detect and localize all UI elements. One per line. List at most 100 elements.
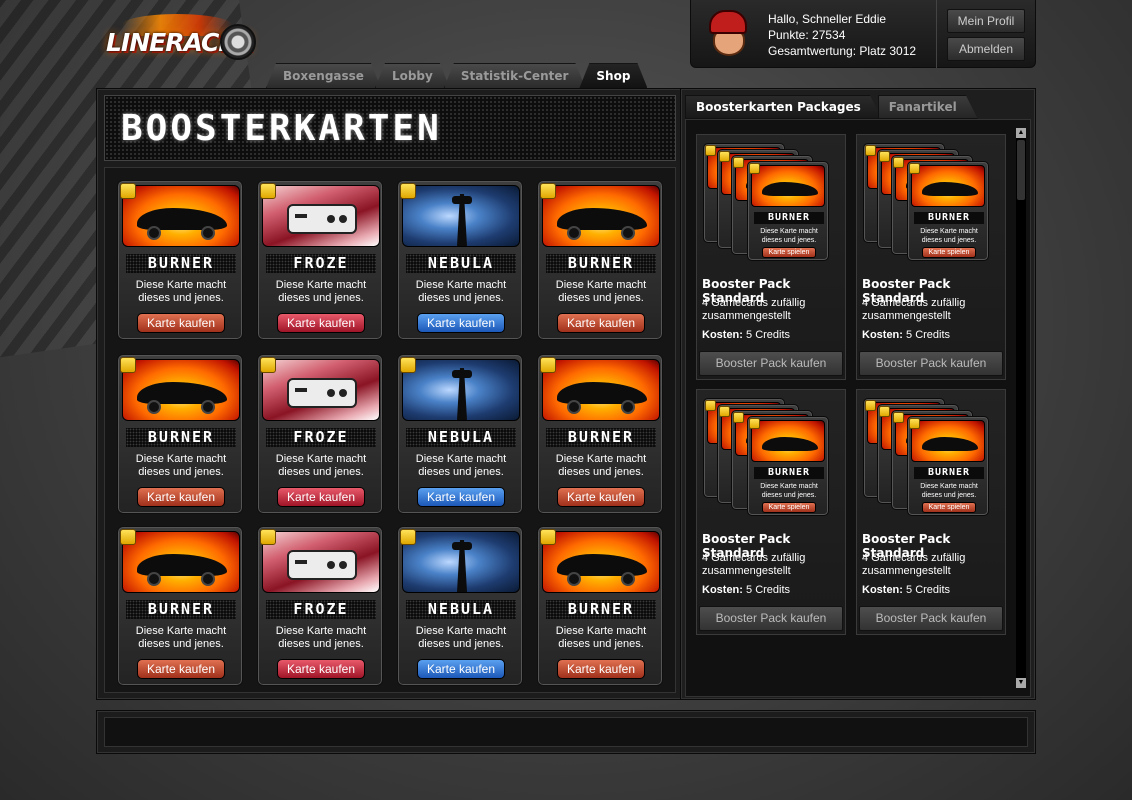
card-artwork [122,531,240,593]
booster-card[interactable]: BURNER Diese Karte macht dieses und jenes… [117,354,243,514]
buy-card-button[interactable]: Karte kaufen [557,659,645,679]
card-badge-icon [749,163,760,174]
buy-card-button[interactable]: Karte kaufen [277,659,365,679]
pack-description: 4 Gamecards zufällig zusammengestellt [862,552,966,577]
pack-card-preview: BURNER Diese Karte macht dieses und jenes… [907,416,989,516]
pack-card-description: Diese Karte macht dieses und jenes. [920,228,978,244]
card-badge-icon [120,357,136,373]
pack-card-name: BURNER [754,467,824,479]
tab-boosterkarten-packages[interactable]: Boosterkarten Packages [685,95,882,119]
car-icon [922,182,978,196]
card-badge-icon [909,418,920,429]
buy-card-button[interactable]: Karte kaufen [417,487,505,507]
card-badge-icon [865,145,876,156]
card-description: Diese Karte macht dieses und jenes. [275,279,367,304]
wheel-icon [147,572,161,586]
card-badge-icon [400,529,416,545]
booster-card[interactable]: BURNER Diese Karte macht dieses und jenes… [537,180,663,340]
buy-card-button[interactable]: Karte kaufen [137,487,225,507]
card-artwork [542,531,660,593]
card-description: Diese Karte macht dieses und jenes. [555,279,647,304]
booster-card[interactable]: FROZE Diese Karte macht dieses und jenes.… [257,526,383,686]
card-artwork [262,185,380,247]
card-description: Diese Karte macht dieses und jenes. [415,625,507,650]
tab-fanartikel[interactable]: Fanartikel [878,95,978,119]
tab-boxengasse[interactable]: Boxengasse [266,63,381,88]
avatar[interactable] [703,8,755,60]
car-icon [762,182,818,196]
user-info: Hallo, Schneller Eddie Punkte: 27534 Ges… [768,11,916,59]
card-artwork [402,359,520,421]
card-badge-icon [400,357,416,373]
booster-card[interactable]: NEBULA Diese Karte macht dieses und jenes… [397,354,523,514]
profile-button[interactable]: Mein Profil [947,9,1025,33]
buy-card-button[interactable]: Karte kaufen [277,313,365,333]
sidebar-panel: Boosterkarten Packages Fanartikel ▲ ▼ BU… [680,88,1036,700]
scroll-thumb[interactable] [1017,140,1025,200]
booster-card[interactable]: BURNER Diese Karte macht dieses und jenes… [537,526,663,686]
wheel-icon [621,226,635,240]
divider [936,0,937,68]
wheel-icon [621,400,635,414]
card-badge-icon [400,183,416,199]
play-card-button[interactable]: Karte spielen [762,247,816,258]
tab-lobby[interactable]: Lobby [375,63,450,88]
wheel-icon [147,400,161,414]
booster-card[interactable]: NEBULA Diese Karte macht dieses und jenes… [397,526,523,686]
buy-card-button[interactable]: Karte kaufen [417,659,505,679]
pack-cost: Kosten: 5 Credits [862,329,950,341]
pack-cost-value: 5 Credits [906,329,951,341]
tab-statistik-center[interactable]: Statistik-Center [444,63,586,88]
pack-cost-value: 5 Credits [746,584,791,596]
scrollbar[interactable]: ▲ ▼ [1016,128,1026,688]
card-description: Diese Karte macht dieses und jenes. [135,453,227,478]
buy-pack-button[interactable]: Booster Pack kaufen [699,351,843,376]
card-description: Diese Karte macht dieses und jenes. [275,453,367,478]
wheel-icon [201,572,215,586]
card-name: NEBULA [406,254,516,273]
booster-card[interactable]: NEBULA Diese Karte macht dieses und jenes… [397,180,523,340]
pack-cost-value: 5 Credits [906,584,951,596]
buy-card-button[interactable]: Karte kaufen [557,313,645,333]
card-name: NEBULA [406,600,516,619]
card-artwork [751,165,825,207]
scroll-down-arrow-icon[interactable]: ▼ [1016,678,1026,688]
card-description: Diese Karte macht dieses und jenes. [275,625,367,650]
buy-pack-button[interactable]: Booster Pack kaufen [699,606,843,631]
buy-pack-button[interactable]: Booster Pack kaufen [859,606,1003,631]
packs-list: ▲ ▼ BURNER Diese Karte macht dieses und j… [685,119,1031,697]
booster-card[interactable]: BURNER Diese Karte macht dieses und jenes… [537,354,663,514]
booster-card[interactable]: FROZE Diese Karte macht dieses und jenes.… [257,354,383,514]
bottom-bar [96,710,1036,754]
buy-pack-button[interactable]: Booster Pack kaufen [859,351,1003,376]
card-name: BURNER [546,428,656,447]
pack-cost: Kosten: 5 Credits [702,329,790,341]
pack-cost-label: Kosten: [702,584,743,596]
booster-card[interactable]: BURNER Diese Karte macht dieses und jenes… [117,180,243,340]
play-card-button[interactable]: Karte spielen [922,502,976,513]
booster-pack: BURNER Diese Karte macht dieses und jenes… [856,389,1006,635]
play-card-button[interactable]: Karte spielen [762,502,816,513]
buy-card-button[interactable]: Karte kaufen [277,487,365,507]
scroll-up-arrow-icon[interactable]: ▲ [1016,128,1026,138]
card-badge-icon [705,145,716,156]
user-panel: Hallo, Schneller Eddie Punkte: 27534 Ges… [690,0,1036,68]
tab-shop[interactable]: Shop [579,63,647,88]
booster-card[interactable]: BURNER Diese Karte macht dieses und jenes… [117,526,243,686]
pack-card-preview: BURNER Diese Karte macht dieses und jenes… [747,416,829,516]
buy-card-button[interactable]: Karte kaufen [417,313,505,333]
card-name: NEBULA [406,428,516,447]
play-card-button[interactable]: Karte spielen [922,247,976,258]
buy-card-button[interactable]: Karte kaufen [557,487,645,507]
card-artwork [751,420,825,462]
booster-card[interactable]: FROZE Diese Karte macht dieses und jenes.… [257,180,383,340]
bottom-bar-inner [104,717,1028,747]
buy-card-button[interactable]: Karte kaufen [137,313,225,333]
lineracer-logo[interactable]: LINERACER [106,14,256,70]
wheel-icon [147,226,161,240]
buy-card-button[interactable]: Karte kaufen [137,659,225,679]
card-artwork [122,359,240,421]
logout-button[interactable]: Abmelden [947,37,1025,61]
card-badge-icon [893,157,904,168]
pack-card-preview: BURNER Diese Karte macht dieses und jenes… [907,161,989,261]
